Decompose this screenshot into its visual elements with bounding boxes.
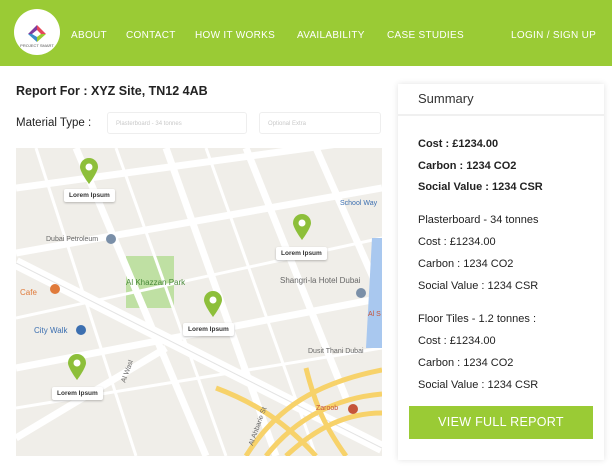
place-label: Shangri-la Hotel Dubai: [280, 276, 361, 285]
place-label: Cafe: [20, 288, 37, 297]
item-carbon: Carbon : 1234 CO2: [418, 258, 514, 270]
nav-about[interactable]: ABOUT: [71, 30, 107, 41]
place-label: Dubai Petroleum: [46, 236, 99, 243]
logo-text: PROJECT SMART: [20, 43, 54, 48]
item-cost: Cost : £1234.00: [418, 335, 496, 347]
total-social-value: Social Value : 1234 CSR: [418, 181, 543, 193]
poi-pin-icon: [106, 234, 116, 244]
summary-header: Summary: [398, 84, 604, 116]
nav-contact[interactable]: CONTACT: [126, 30, 176, 41]
item-name: Plasterboard - 34 tonnes: [418, 214, 539, 226]
place-label: Al S: [368, 311, 381, 318]
food-pin-icon: [348, 404, 358, 414]
total-carbon: Carbon : 1234 CO2: [418, 160, 517, 172]
item-cost: Cost : £1234.00: [418, 236, 496, 248]
marker-label: Lorem Ipsum: [276, 247, 327, 260]
material-type-label: Material Type :: [16, 117, 92, 129]
map-marker-icon[interactable]: [293, 214, 311, 240]
total-cost: Cost : £1234.00: [418, 138, 499, 150]
marker-label: Lorem Ipsum: [52, 387, 103, 400]
item-social-value: Social Value : 1234 CSR: [418, 379, 539, 391]
summary-panel: Summary Cost : £1234.00 Carbon : 1234 CO…: [398, 84, 604, 460]
item-name: Floor Tiles - 1.2 tonnes :: [418, 313, 536, 325]
item-social-value: Social Value : 1234 CSR: [418, 280, 539, 292]
nav-case-studies[interactable]: CASE STUDIES: [387, 30, 464, 41]
summary-title: Summary: [418, 91, 474, 106]
nav-availability[interactable]: AVAILABILITY: [297, 30, 365, 41]
nav-how-it-works[interactable]: HOW IT WORKS: [195, 30, 275, 41]
place-label: Al Khazzan Park: [126, 278, 186, 287]
top-nav: PROJECT SMART ABOUT CONTACT HOW IT WORKS…: [0, 0, 612, 66]
nav-login[interactable]: LOGIN / SIGN UP: [511, 30, 596, 41]
item-carbon: Carbon : 1234 CO2: [418, 357, 514, 369]
cafe-pin-icon: [50, 284, 60, 294]
place-label: School Way: [340, 200, 378, 207]
material-select[interactable]: Plasterboard - 34 tonnes: [107, 112, 247, 134]
shopping-pin-icon: [76, 325, 86, 335]
map[interactable]: Dubai Petroleum Al Khazzan Park Cafe Cit…: [16, 148, 382, 456]
hotel-pin-icon: [356, 288, 366, 298]
place-label: Dusit Thani Dubai: [308, 348, 364, 355]
logo-icon: [28, 25, 46, 42]
report-title: Report For : XYZ Site, TN12 4AB: [16, 84, 208, 98]
marker-label: Lorem Ipsum: [183, 323, 234, 336]
optional-select[interactable]: Optional Extra: [259, 112, 381, 134]
map-marker-icon[interactable]: [80, 158, 98, 184]
map-marker-icon[interactable]: [204, 291, 222, 317]
marker-label: Lorem Ipsum: [64, 189, 115, 202]
place-label: City Walk: [34, 326, 68, 335]
place-label: Zaroob: [316, 405, 339, 412]
view-full-report-button[interactable]: VIEW FULL REPORT: [409, 406, 593, 439]
logo[interactable]: PROJECT SMART: [14, 9, 60, 55]
map-marker-icon[interactable]: [68, 354, 86, 380]
